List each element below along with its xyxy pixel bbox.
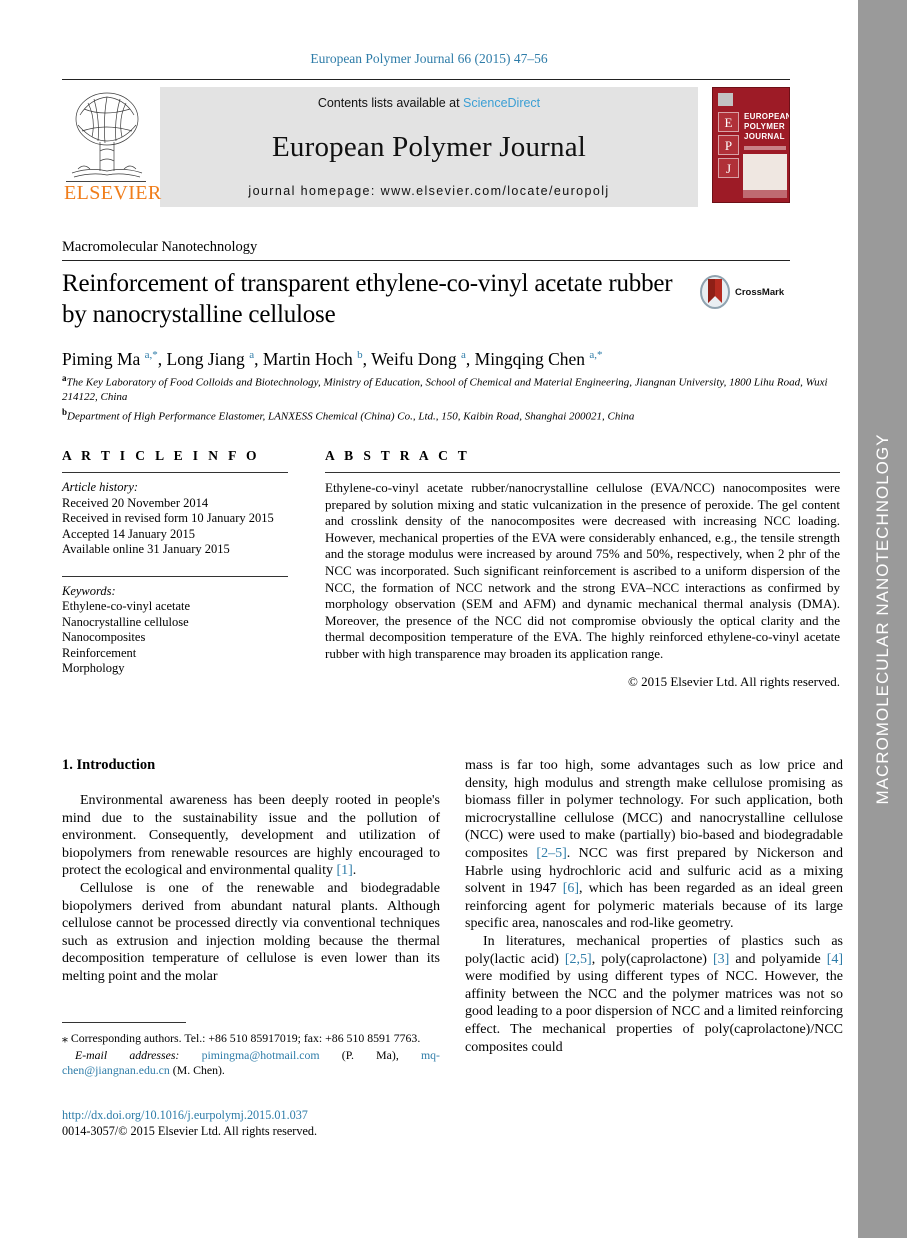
left-paragraphs: Environmental awareness has been deeply … bbox=[62, 792, 440, 986]
article-history-item: Received in revised form 10 January 2015 bbox=[62, 511, 274, 525]
journal-title: European Polymer Journal bbox=[271, 130, 587, 163]
side-band: MACROMOLECULAR NANOTECHNOLOGY bbox=[858, 0, 907, 1238]
abstract-text: Ethylene-co-vinyl acetate rubber/nanocry… bbox=[325, 480, 840, 661]
doi-link[interactable]: http://dx.doi.org/10.1016/j.eurpolymj.20… bbox=[62, 1108, 440, 1123]
issn-copyright-line: 0014-3057/© 2015 Elsevier Ltd. All right… bbox=[62, 1124, 317, 1138]
abstract-column: A B S T R A C T Ethylene-co-vinyl acetat… bbox=[325, 448, 840, 690]
running-head: European Polymer Journal 66 (2015) 47–56 bbox=[310, 51, 548, 66]
citation-ref[interactable]: [6] bbox=[563, 881, 579, 896]
body-paragraph: mass is far too high, some advantages su… bbox=[465, 758, 844, 932]
email-link[interactable]: pimingma@hotmail.com bbox=[202, 1048, 320, 1062]
citation-ref[interactable]: [2,5] bbox=[565, 952, 592, 967]
title-block: Reinforcement of transparent ethylene-co… bbox=[62, 268, 790, 330]
cover-letter-p: P bbox=[718, 135, 739, 155]
keyword-item: Ethylene-co-vinyl acetate bbox=[62, 599, 191, 613]
corresponding-author-note: ⁎ Corresponding authors. Tel.: +86 510 8… bbox=[62, 1031, 421, 1045]
keywords-block: Keywords: Ethylene-co-vinyl acetate Nanoc… bbox=[62, 575, 288, 677]
affiliation-list: aThe Key Laboratory of Food Colloids and… bbox=[62, 371, 840, 424]
author-affiliation-mark: a,* bbox=[589, 349, 603, 361]
affiliation-mark: b bbox=[62, 406, 68, 417]
author-name: Martin Hoch bbox=[262, 348, 358, 369]
right-paragraphs: mass is far too high, some advantages su… bbox=[465, 757, 843, 1056]
contents-prefix: Contents lists available at bbox=[317, 96, 464, 110]
article-info-heading: A R T I C L E I N F O bbox=[62, 448, 260, 463]
crossmark-badge[interactable]: CrossMark bbox=[699, 272, 791, 312]
author-name: Piming Ma bbox=[62, 348, 145, 369]
author-list: Piming Ma a,*, Long Jiang a, Martin Hoch… bbox=[62, 348, 603, 369]
introduction-heading: 1. Introduction bbox=[62, 757, 156, 773]
email-addresses-note: E-mail addresses: pimingma@hotmail.com (… bbox=[62, 1048, 440, 1077]
contents-list-line: Contents lists available at ScienceDirec… bbox=[318, 96, 540, 110]
page-title: Reinforcement of transparent ethylene-co… bbox=[62, 270, 673, 328]
elsevier-tree-icon bbox=[71, 92, 143, 178]
author-affiliation-mark: a,* bbox=[144, 349, 158, 361]
article-info-rule bbox=[62, 472, 288, 473]
email-label: E-mail addresses: bbox=[75, 1048, 202, 1062]
cover-elsevier-mark-icon bbox=[718, 93, 733, 106]
crossmark-icon bbox=[700, 275, 730, 309]
footnote-block: ⁎ Corresponding authors. Tel.: +86 510 8… bbox=[62, 1022, 440, 1078]
abstract-heading: A B S T R A C T bbox=[325, 448, 471, 463]
side-band-label: MACROMOLECULAR NANOTECHNOLOGY bbox=[872, 433, 892, 805]
keyword-item: Reinforcement bbox=[62, 645, 137, 660]
cover-letter-e: E bbox=[718, 112, 739, 132]
footnote-rule bbox=[62, 1022, 186, 1023]
cover-frame: E P J EUROPEAN POLYMER JOURNAL bbox=[712, 87, 790, 203]
citation-ref[interactable]: [4] bbox=[827, 952, 843, 967]
journal-homepage-link[interactable]: journal homepage: www.elsevier.com/locat… bbox=[248, 184, 609, 198]
journal-masthead: ELSEVIER Contents lists available at Sci… bbox=[62, 79, 790, 207]
cover-footer-bar bbox=[743, 190, 787, 198]
article-history-item: Accepted 14 January 2015 bbox=[62, 526, 195, 541]
elsevier-logo: ELSEVIER bbox=[62, 87, 162, 207]
author-name: Weifu Dong bbox=[371, 348, 462, 369]
article-history-lines: Received 20 November 2014 Received in rev… bbox=[62, 496, 288, 558]
citation-ref[interactable]: [3] bbox=[713, 952, 729, 967]
keyword-list: Ethylene-co-vinyl acetate Nanocrystalline… bbox=[62, 599, 288, 677]
sciencedirect-link[interactable]: ScienceDirect bbox=[463, 96, 540, 110]
citation-ref[interactable]: [2–5] bbox=[536, 846, 566, 861]
citation-ref[interactable]: [1] bbox=[336, 863, 352, 878]
body-column-right: mass is far too high, some advantages su… bbox=[465, 757, 843, 1056]
abstract-copyright: © 2015 Elsevier Ltd. All rights reserved… bbox=[627, 673, 840, 689]
author-name: Mingqing Chen bbox=[474, 348, 590, 369]
keyword-item: Nanocrystalline cellulose bbox=[62, 614, 189, 629]
keyword-item: Morphology bbox=[62, 661, 125, 675]
body-paragraph: Environmental awareness has been deeply … bbox=[62, 793, 440, 879]
article-history-item: Available online 31 January 2015 bbox=[62, 542, 230, 556]
section-label: Macromolecular Nanotechnology bbox=[62, 239, 790, 261]
abstract-rule bbox=[325, 472, 840, 473]
doi-block: http://dx.doi.org/10.1016/j.eurpolymj.20… bbox=[62, 1108, 440, 1139]
journal-header-box: Contents lists available at ScienceDirec… bbox=[160, 87, 698, 207]
affiliation-mark: a bbox=[62, 373, 67, 383]
elsevier-wordmark: ELSEVIER bbox=[64, 182, 162, 204]
cover-letter-j: J bbox=[718, 158, 739, 178]
keywords-rule bbox=[62, 575, 288, 577]
article-info-column: A R T I C L E I N F O Article history: R… bbox=[62, 448, 288, 677]
crossmark-label: CrossMark bbox=[735, 286, 785, 298]
body-paragraph: In literatures, mechanical properties of… bbox=[465, 933, 844, 1055]
cover-title-text: EUROPEAN POLYMER JOURNAL bbox=[744, 112, 790, 142]
article-history-label: Article history: bbox=[62, 480, 139, 494]
keywords-label: Keywords: bbox=[62, 583, 116, 598]
cover-artwork bbox=[743, 154, 787, 190]
article-history-item: Received 20 November 2014 bbox=[62, 495, 209, 510]
author-name: Long Jiang bbox=[166, 348, 250, 369]
author-affiliation-mark: a bbox=[249, 349, 255, 361]
body-paragraph: Cellulose is one of the renewable and bi… bbox=[62, 880, 440, 984]
cover-title-line-1: EUROPEAN bbox=[744, 112, 790, 121]
page-canvas: European Polymer Journal 66 (2015) 47–56 bbox=[0, 0, 858, 1238]
cover-epj-letters: E P J bbox=[718, 112, 739, 181]
author-affiliation-mark: b bbox=[357, 349, 363, 361]
author-affiliation-mark: a bbox=[461, 349, 466, 361]
cover-subtitle-bar bbox=[744, 146, 786, 150]
cover-title-line-3: JOURNAL bbox=[744, 132, 785, 141]
affiliation-line: aThe Key Laboratory of Food Colloids and… bbox=[62, 373, 828, 404]
cover-title-line-2: POLYMER bbox=[744, 122, 785, 131]
affiliation-line: bDepartment of High Performance Elastome… bbox=[62, 406, 635, 423]
body-column-left: 1. Introduction Environmental awareness … bbox=[62, 757, 440, 986]
journal-cover-thumbnail[interactable]: E P J EUROPEAN POLYMER JOURNAL bbox=[712, 87, 790, 207]
keyword-item: Nanocomposites bbox=[62, 630, 146, 644]
